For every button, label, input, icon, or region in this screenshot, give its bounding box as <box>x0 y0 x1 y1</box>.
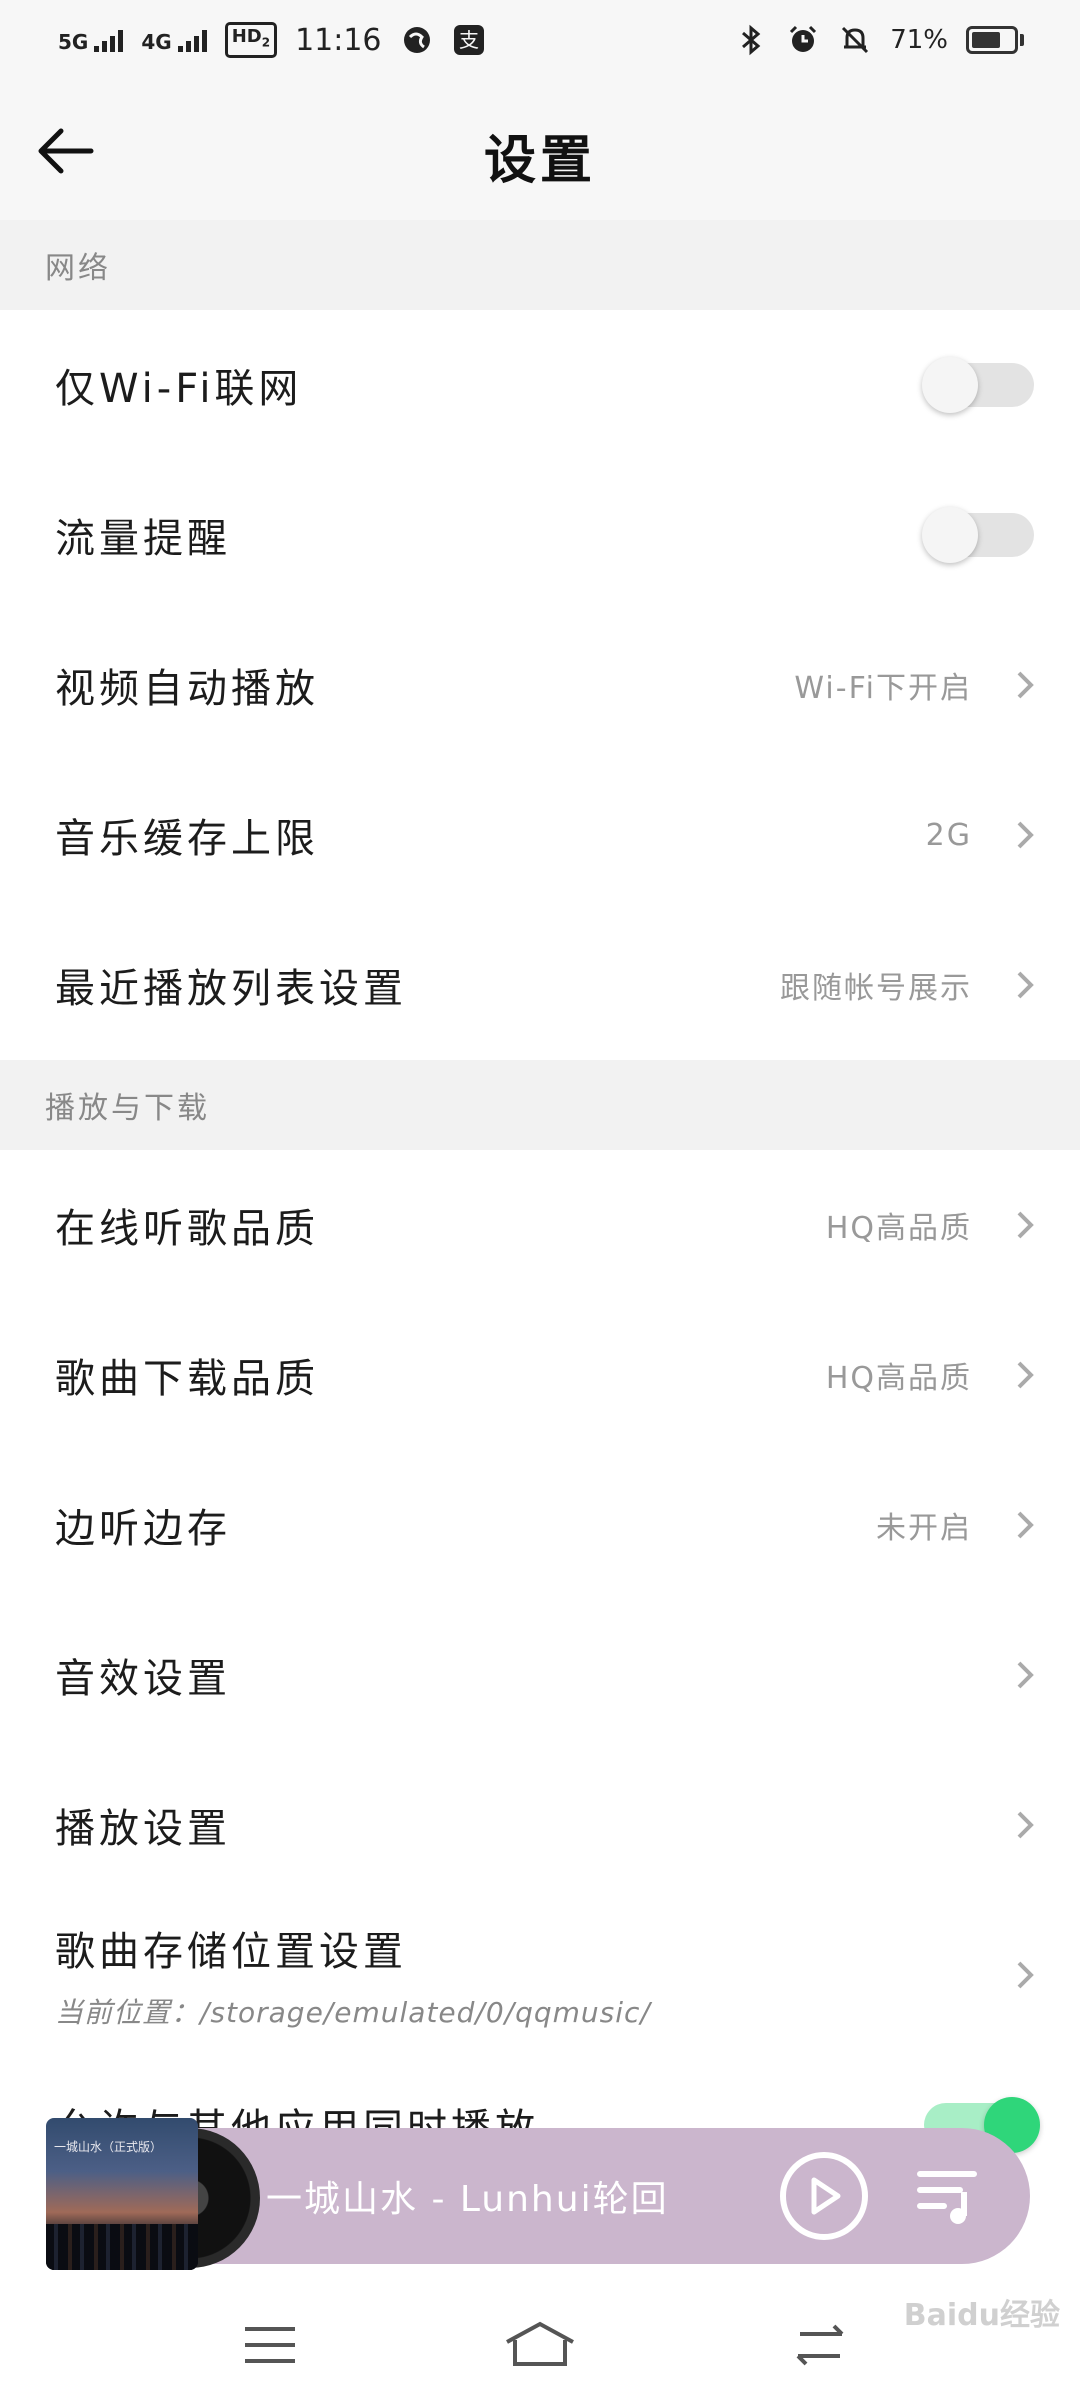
clock: 11:16 <box>295 22 382 58</box>
setting-value: 跟随帐号展示 <box>780 971 972 1006</box>
alarm-icon <box>786 23 820 57</box>
page-title: 设置 <box>483 131 596 191</box>
setting-label: 仅Wi-Fi联网 <box>55 366 303 412</box>
chevron-right-icon <box>1012 1805 1038 1845</box>
setting-label: 在线听歌品质 <box>55 1206 319 1252</box>
globe-icon <box>400 23 434 57</box>
cover-text: 一城山水（正式版） <box>54 2140 163 2154</box>
mute-bell-icon <box>838 23 872 57</box>
data-alert-toggle[interactable] <box>922 507 1034 563</box>
play-button[interactable] <box>780 2152 868 2240</box>
setting-wifi-only[interactable]: 仅Wi-Fi联网 <box>0 310 1080 460</box>
hd-voice-icon: HD2 <box>224 22 278 58</box>
menu-icon <box>245 2327 295 2363</box>
section-header-playback: 播放与下载 <box>0 1060 1080 1150</box>
chevron-right-icon <box>1012 815 1038 855</box>
alipay-icon: 支 <box>452 23 486 57</box>
back-switch-icon <box>796 2324 844 2366</box>
setting-download-quality[interactable]: 歌曲下载品质 HQ高品质 <box>0 1300 1080 1450</box>
svg-text:支: 支 <box>459 28 479 52</box>
setting-label: 音效设置 <box>55 1656 231 1702</box>
sim2-label: 4G <box>141 30 172 54</box>
battery-icon <box>966 26 1024 54</box>
bluetooth-icon <box>734 23 768 57</box>
status-bar: 5G 4G HD2 11:16 支 71% <box>0 0 1080 80</box>
section-header-network: 网络 <box>0 220 1080 310</box>
album-cover: 一城山水（正式版） <box>46 2118 198 2270</box>
play-icon <box>811 2177 841 2215</box>
chevron-right-icon <box>1012 1355 1038 1395</box>
setting-value: HQ高品质 <box>825 1211 972 1246</box>
setting-playback[interactable]: 播放设置 <box>0 1750 1080 1900</box>
setting-label: 音乐缓存上限 <box>55 816 319 862</box>
nav-home-button[interactable] <box>500 2310 580 2380</box>
setting-cache-limit[interactable]: 音乐缓存上限 2G <box>0 760 1080 910</box>
setting-value: HQ高品质 <box>825 1361 972 1396</box>
signal-sim1: 5G <box>58 28 124 54</box>
home-icon <box>506 2321 574 2366</box>
app-header: 设置 <box>0 80 1080 220</box>
chevron-right-icon <box>1012 965 1038 1005</box>
mini-player[interactable]: 一城山水（正式版） 一城山水 - Lunhui轮回 <box>46 2118 1030 2270</box>
nav-menu-button[interactable] <box>230 2310 310 2380</box>
chevron-right-icon <box>1012 665 1038 705</box>
setting-data-alert[interactable]: 流量提醒 <box>0 460 1080 610</box>
nav-back-button[interactable] <box>780 2310 860 2380</box>
storage-path: 当前位置：/storage/emulated/0/qqmusic/ <box>55 1996 651 2029</box>
setting-value: 2G <box>925 817 972 853</box>
setting-label: 最近播放列表设置 <box>55 966 407 1012</box>
chevron-right-icon <box>1012 1205 1038 1245</box>
setting-label: 边听边存 <box>55 1506 231 1552</box>
chevron-right-icon <box>1012 1655 1038 1695</box>
signal-bars-icon <box>94 28 124 52</box>
sim1-label: 5G <box>58 30 89 54</box>
setting-label: 歌曲下载品质 <box>55 1356 319 1402</box>
setting-value: 未开启 <box>876 1511 972 1546</box>
wifi-only-toggle[interactable] <box>922 357 1034 413</box>
setting-online-quality[interactable]: 在线听歌品质 HQ高品质 <box>0 1150 1080 1300</box>
now-playing-title[interactable]: 一城山水 - Lunhui轮回 <box>266 2128 669 2264</box>
setting-label: 播放设置 <box>55 1806 231 1852</box>
setting-listen-save[interactable]: 边听边存 未开启 <box>0 1450 1080 1600</box>
chevron-right-icon <box>1012 1955 1038 1995</box>
setting-label: 歌曲存储位置设置 <box>55 1929 407 1975</box>
setting-recent-list[interactable]: 最近播放列表设置 跟随帐号展示 <box>0 910 1080 1060</box>
signal-sim2: 4G <box>141 28 207 54</box>
setting-storage-location[interactable]: 歌曲存储位置设置 当前位置：/storage/emulated/0/qqmusi… <box>0 1900 1080 2050</box>
signal-bars-icon <box>177 28 207 52</box>
setting-label: 视频自动播放 <box>55 666 319 712</box>
setting-label: 流量提醒 <box>55 516 231 562</box>
setting-video-autoplay[interactable]: 视频自动播放 Wi-Fi下开启 <box>0 610 1080 760</box>
playlist-icon <box>917 2171 977 2224</box>
playlist-button[interactable] <box>914 2164 984 2228</box>
watermark: Baidu经验 <box>903 2298 1060 2333</box>
battery-percent: 71% <box>890 25 948 55</box>
album-art[interactable]: 一城山水（正式版） <box>46 2118 260 2274</box>
setting-value: Wi-Fi下开启 <box>794 671 972 706</box>
setting-sound-effects[interactable]: 音效设置 <box>0 1600 1080 1750</box>
chevron-right-icon <box>1012 1505 1038 1545</box>
